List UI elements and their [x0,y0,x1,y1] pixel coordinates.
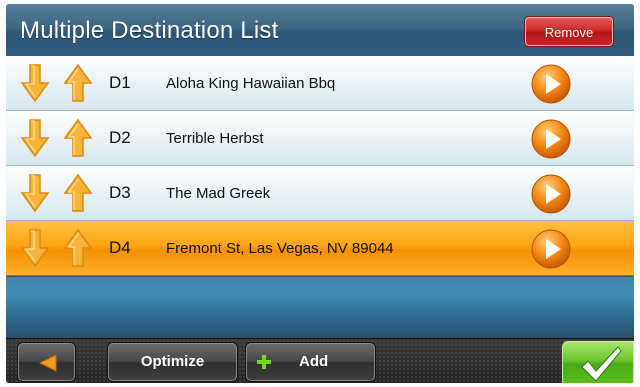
screen: Multiple Destination List Remove D1 Aloha… [6,4,634,383]
back-button[interactable] [18,343,75,381]
go-arrow-icon[interactable] [530,63,572,105]
remove-button[interactable]: Remove [525,17,613,46]
page-title: Multiple Destination List [20,17,279,44]
footer-toolbar: Optimize Add [6,338,634,383]
plus-icon [257,355,271,369]
list-empty-area [6,277,634,338]
destination-row[interactable]: D1 Aloha King Hawaiian Bbq [6,56,634,111]
destination-number: D1 [109,73,131,92]
move-down-icon[interactable] [20,173,50,213]
destination-name: Fremont St, Las Vegas, NV 89044 [166,240,394,257]
add-button-label: Add [299,353,329,370]
go-arrow-icon[interactable] [530,228,572,270]
destination-name: Terrible Herbst [166,130,264,147]
move-up-icon[interactable] [63,118,93,158]
confirm-button[interactable] [562,341,634,383]
optimize-button[interactable]: Optimize [108,343,237,381]
destination-name: The Mad Greek [166,185,271,202]
move-up-icon[interactable] [63,173,93,213]
destination-row[interactable]: D4 Fremont St, Las Vegas, NV 89044 [6,221,634,276]
destination-number: D3 [109,183,131,202]
move-up-icon[interactable] [63,228,93,268]
destination-number: D4 [109,238,131,257]
move-down-icon[interactable] [20,118,50,158]
move-down-icon[interactable] [20,63,50,103]
go-arrow-icon[interactable] [530,118,572,160]
move-up-icon[interactable] [63,63,93,103]
add-button[interactable]: Add [246,343,375,381]
header-bar: Multiple Destination List Remove [6,4,634,57]
move-down-icon[interactable] [20,228,50,268]
checkmark-icon [581,346,622,382]
destination-number: D2 [109,128,131,147]
destination-row[interactable]: D3 The Mad Greek [6,166,634,221]
go-arrow-icon[interactable] [530,173,572,215]
left-arrow-icon [38,354,57,372]
destination-name: Aloha King Hawaiian Bbq [166,75,336,92]
destination-row[interactable]: D2 Terrible Herbst [6,111,634,166]
